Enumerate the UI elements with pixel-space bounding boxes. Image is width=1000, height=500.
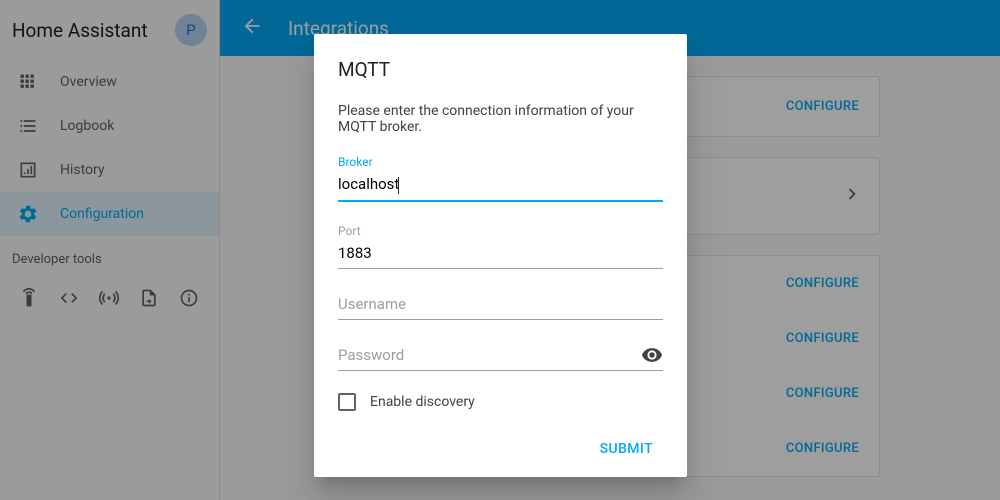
username-field: Username [338,291,663,320]
show-password-button[interactable] [641,344,663,370]
discovery-label: Enable discovery [370,394,475,410]
dialog-title: MQTT [338,58,663,81]
eye-icon [641,351,663,370]
broker-label: Broker [338,155,663,169]
dialog-actions: SUBMIT [338,429,663,469]
broker-input[interactable]: localhost [338,171,663,202]
discovery-checkbox[interactable] [338,393,356,411]
username-input[interactable]: Username [338,291,663,320]
port-field: Port [338,224,663,269]
password-input[interactable]: Password [338,342,663,371]
port-input[interactable] [338,240,663,269]
text-cursor [398,177,399,194]
discovery-row: Enable discovery [338,393,663,411]
port-label: Port [338,224,663,238]
password-field: Password [338,342,663,371]
submit-button[interactable]: SUBMIT [590,433,663,465]
dialog-description: Please enter the connection information … [338,103,663,135]
mqtt-dialog: MQTT Please enter the connection informa… [314,34,687,477]
broker-field: Broker localhost [338,155,663,202]
